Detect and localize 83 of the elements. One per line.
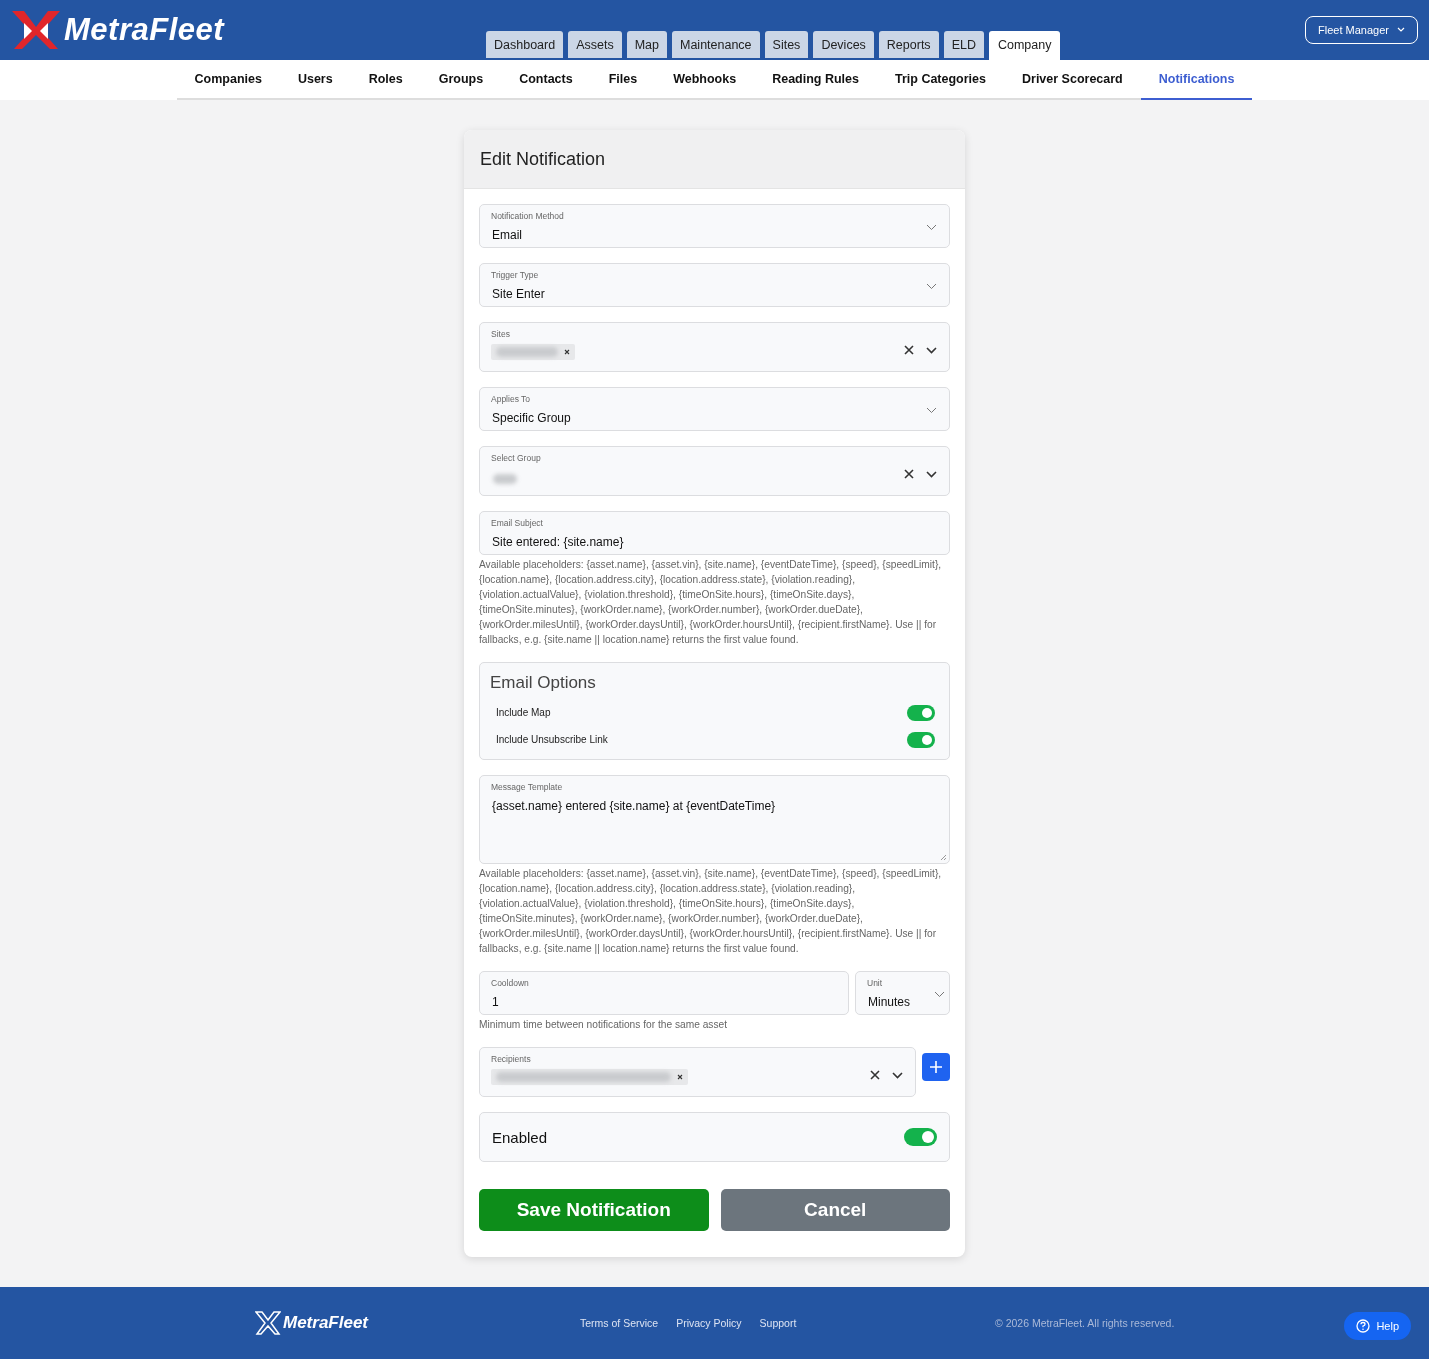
sub-tab[interactable]: Driver Scorecard <box>1004 60 1141 100</box>
help-icon <box>1356 1319 1371 1333</box>
help-text: Minimum time between notifications for the same asset <box>479 1018 728 1032</box>
field-label: Applies To <box>491 394 532 405</box>
form-field[interactable]: Applies To Specific Group <box>479 387 950 431</box>
section-title: Email Options <box>490 673 597 693</box>
footer-link[interactable]: Support <box>759 1317 797 1329</box>
sub-tab[interactable]: Trip Categories <box>877 60 1004 100</box>
form-field[interactable]: Notification Method Email <box>479 204 950 248</box>
chevron-icon[interactable] <box>926 470 937 478</box>
cancel-button[interactable]: Cancel <box>720 1189 950 1231</box>
footer-link[interactable]: Terms of Service <box>580 1317 659 1329</box>
remove-icon[interactable] <box>677 1074 683 1080</box>
help-text: Available placeholders: {asset.name}, {asset.vin}, {site.name}, {eventDateTime}, {speed}, {speedLimit}, {location.name}, {location.address.city}, {location.address.state}, {violation.reading}, {violation.actualValue}, {violation.threshold}, {timeOnSite.hours}, {timeOnSite.days}, {timeOnSite.minutes}, {workOrder.name}, {workOrder.number}, {workOrder.dueDate}, {workOrder.milesUntil}, {workOrder.daysUntil}, {workOrder.hoursUntil}, {recipient.firstName}. Use || for fallbacks, e.g. {site.name || location.name} returns the first value found. <box>479 558 943 647</box>
nav-tab[interactable]: Devices <box>813 31 874 58</box>
remove-icon[interactable] <box>564 349 570 355</box>
nav-tab[interactable]: Company <box>988 31 1061 60</box>
toggle-switch[interactable] <box>907 731 935 748</box>
sub-tab[interactable]: Groups <box>420 60 502 100</box>
toggle-label: Enabled <box>492 1128 548 1146</box>
toggle-label: Include Map <box>496 707 551 718</box>
sub-tab[interactable]: Files <box>590 60 656 100</box>
nav-tab[interactable]: Maintenance <box>672 31 760 58</box>
cooldown-field[interactable]: Cooldown 1 <box>479 971 849 1015</box>
form-field[interactable]: Sites <box>479 322 950 372</box>
clear-icon[interactable] <box>904 345 914 355</box>
nav-tab[interactable]: Reports <box>878 31 939 58</box>
logo-icon <box>10 9 62 51</box>
footer-link[interactable]: Privacy Policy <box>676 1317 742 1329</box>
field-value: Email <box>492 228 522 242</box>
unit-select[interactable]: Unit Minutes <box>855 971 950 1015</box>
logo-icon <box>255 1311 281 1335</box>
field-label: Unit <box>867 978 884 989</box>
sub-tab[interactable]: Notifications <box>1140 60 1253 100</box>
field-label: Select Group <box>491 453 542 464</box>
sub-tab[interactable]: Roles <box>350 60 421 100</box>
resize-handle-icon[interactable] <box>940 854 947 861</box>
field-label: Recipients <box>491 1054 532 1065</box>
recipients-field[interactable]: Recipients <box>479 1047 916 1097</box>
sub-tab[interactable]: Contacts <box>501 60 591 100</box>
field-label: Trigger Type <box>491 270 540 281</box>
message-field[interactable]: Message Template {asset.name} entered {site.name} at {eventDateTime} <box>479 775 950 864</box>
field-value: Specific Group <box>492 411 571 425</box>
field-value: 1 <box>492 995 500 1009</box>
nav-tab[interactable]: Assets <box>568 31 622 58</box>
sub-tab[interactable]: Reading Rules <box>754 60 877 100</box>
nav-tab[interactable]: ELD <box>943 31 984 58</box>
chevron-icon[interactable] <box>892 1071 903 1079</box>
form-title: Edit Notification <box>480 148 606 170</box>
help-button[interactable]: Help <box>1344 1312 1411 1340</box>
sub-tab[interactable]: Webhooks <box>655 60 755 100</box>
logo-text: MetraFleet <box>64 12 225 48</box>
field-label: Cooldown <box>491 978 530 989</box>
form-field[interactable]: Email Subject Site entered: {site.name} <box>479 511 950 555</box>
sub-tab[interactable]: Companies <box>176 60 280 100</box>
field-value: Minutes <box>868 995 911 1009</box>
clear-icon[interactable] <box>904 469 914 479</box>
save-button[interactable]: Save Notification <box>479 1189 709 1231</box>
sub-tab[interactable]: Users <box>279 60 351 100</box>
toggle-switch[interactable] <box>907 704 935 721</box>
nav-tab[interactable]: Sites <box>764 31 809 58</box>
logo-text: MetraFleet <box>283 1313 369 1333</box>
form-field[interactable]: Trigger Type Site Enter <box>479 263 950 307</box>
chevron-icon <box>1397 27 1405 33</box>
form-field[interactable]: Select Group <box>479 446 950 496</box>
field-value: {asset.name} entered {site.name} at {eventDateTime} <box>492 799 777 813</box>
field-label: Email Subject <box>491 518 544 529</box>
field-value: Site Enter <box>492 287 545 301</box>
add-button[interactable] <box>922 1053 950 1081</box>
copyright-text: © 2026 MetraFleet. All rights reserved. <box>995 1317 1175 1329</box>
plus-icon <box>930 1061 942 1073</box>
chevron-icon[interactable] <box>926 346 937 354</box>
clear-icon[interactable] <box>870 1070 880 1080</box>
field-label: Message Template <box>491 782 564 793</box>
user-menu-button[interactable]: Fleet Manager <box>1305 16 1418 44</box>
help-text: Available placeholders: {asset.name}, {asset.vin}, {site.name}, {eventDateTime}, {speed}, {speedLimit}, {location.name}, {location.address.city}, {location.address.state}, {violation.reading}, {violation.actualValue}, {violation.threshold}, {timeOnSite.hours}, {timeOnSite.days}, {timeOnSite.minutes}, {workOrder.name}, {workOrder.number}, {workOrder.dueDate}, {workOrder.milesUntil}, {workOrder.daysUntil}, {workOrder.hoursUntil}, {recipient.firstName}. Use || for fallbacks, e.g. {site.name || location.name} returns the first value found. <box>479 867 943 956</box>
field-label: Notification Method <box>491 211 565 222</box>
field-label: Sites <box>491 329 511 340</box>
toggle-switch[interactable] <box>904 1128 937 1146</box>
field-value: Site entered: {site.name} <box>492 535 624 549</box>
nav-tab[interactable]: Dashboard <box>486 31 564 58</box>
toggle-label: Include Unsubscribe Link <box>496 734 608 745</box>
nav-tab[interactable]: Map <box>626 31 667 58</box>
